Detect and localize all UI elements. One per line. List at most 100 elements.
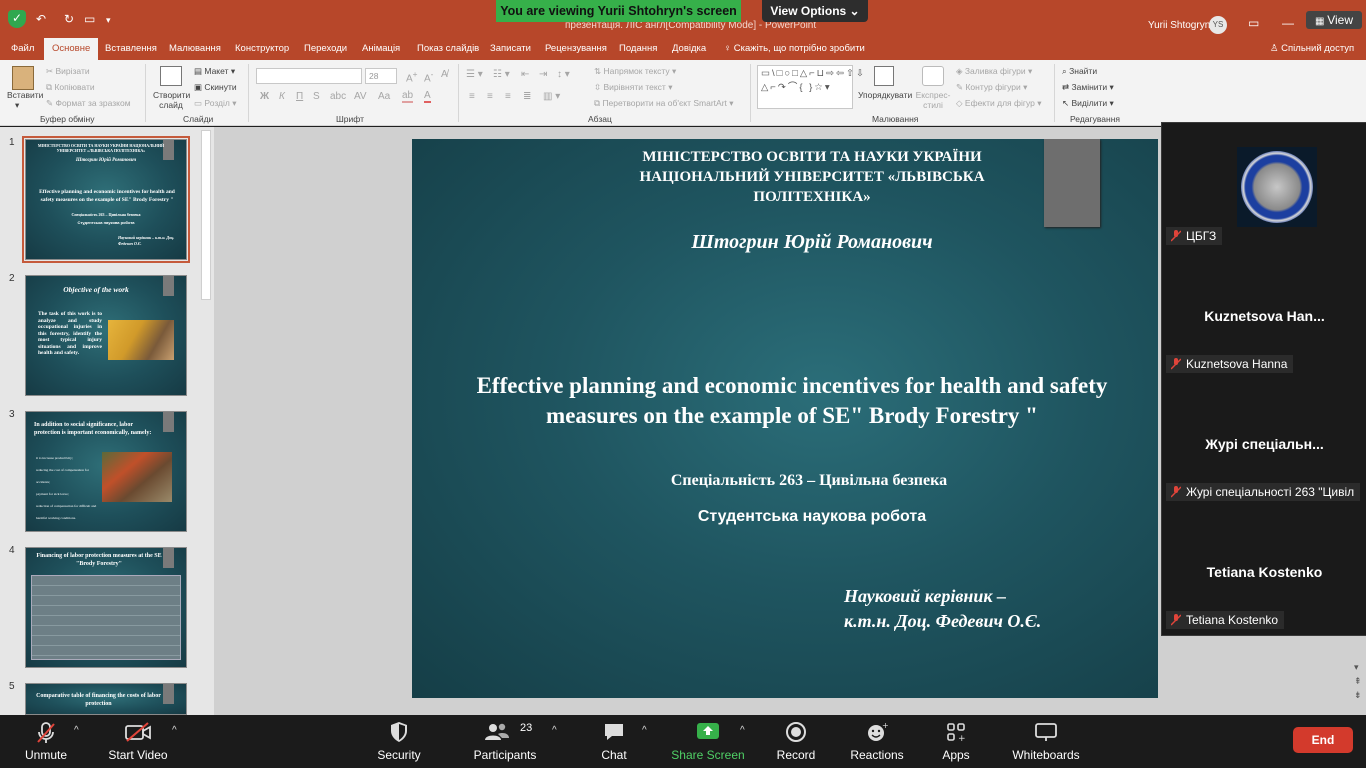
- cut-button[interactable]: ✂ Вирізати: [46, 66, 90, 77]
- line-spacing-icon[interactable]: ↕ ▾: [557, 69, 570, 80]
- font-size-input[interactable]: 28: [365, 68, 397, 84]
- highlight-icon[interactable]: ab: [402, 90, 414, 103]
- reset-button[interactable]: ▣ Скинути: [194, 82, 237, 93]
- align-left-icon[interactable]: ≡: [469, 91, 475, 102]
- section-button[interactable]: ▭ Розділ ▾: [194, 98, 237, 109]
- tab-slideshow[interactable]: Показ слайдів: [417, 43, 479, 54]
- paste-icon[interactable]: [12, 66, 34, 90]
- view-options-button[interactable]: View Options ⌄: [762, 0, 868, 22]
- align-right-icon[interactable]: ≡: [505, 91, 511, 102]
- apps-button[interactable]: + Apps: [934, 715, 978, 768]
- tab-draw[interactable]: Малювання: [169, 43, 221, 54]
- tab-design[interactable]: Конструктор: [235, 43, 289, 54]
- ribbon-display-icon[interactable]: ▭: [1248, 16, 1259, 30]
- previous-slide-icon[interactable]: ⇞: [1354, 676, 1362, 687]
- tell-me-search[interactable]: ♀ Скажіть, що потрібно зробити: [724, 43, 865, 54]
- font-color-icon[interactable]: A: [424, 90, 431, 103]
- avatar[interactable]: YS: [1209, 16, 1227, 34]
- video-options-caret-icon[interactable]: ^: [172, 725, 177, 736]
- find-button[interactable]: ⌕ Знайти: [1062, 66, 1097, 77]
- chat-options-caret-icon[interactable]: ^: [642, 725, 647, 736]
- start-video-button[interactable]: Start Video: [104, 715, 172, 768]
- next-slide-icon[interactable]: ⇟: [1354, 690, 1362, 701]
- end-meeting-button[interactable]: End: [1293, 727, 1353, 753]
- clear-formatting-icon[interactable]: A̸: [441, 69, 448, 80]
- layout-button[interactable]: ▤ Макет ▾: [194, 66, 235, 77]
- justify-icon[interactable]: ≣: [523, 91, 531, 102]
- tab-insert[interactable]: Вставлення: [105, 43, 157, 54]
- chat-button[interactable]: Chat: [590, 715, 638, 768]
- participants-options-caret-icon[interactable]: ^: [552, 725, 557, 736]
- tab-view[interactable]: Подання: [619, 43, 657, 54]
- text-direction-button[interactable]: ⇅ Напрямок тексту ▾: [594, 66, 676, 77]
- view-button[interactable]: ▦ View: [1306, 11, 1362, 29]
- align-text-button[interactable]: ⇳ Вирівняти текст ▾: [594, 82, 672, 93]
- select-button[interactable]: ↖ Виділити ▾: [1062, 98, 1114, 109]
- increase-font-icon[interactable]: A+: [406, 69, 418, 84]
- share-options-caret-icon[interactable]: ^: [740, 725, 745, 736]
- share-document-button[interactable]: ♙ Спільний доступ: [1270, 43, 1354, 54]
- paste-dropdown-icon[interactable]: ▾: [15, 100, 19, 111]
- participants-button[interactable]: 23 Participants: [470, 715, 540, 768]
- align-center-icon[interactable]: ≡: [487, 91, 493, 102]
- tab-review[interactable]: Рецензування: [545, 43, 607, 54]
- numbering-icon[interactable]: ☷ ▾: [493, 69, 510, 80]
- tab-record[interactable]: Записати: [490, 43, 531, 54]
- share-screen-button[interactable]: Share Screen: [668, 715, 748, 768]
- minimize-icon[interactable]: —: [1282, 16, 1294, 30]
- shape-fill-button[interactable]: ◈ Заливка фігури ▾: [956, 66, 1032, 77]
- case-icon[interactable]: Aa: [378, 91, 390, 102]
- quick-styles-icon[interactable]: [922, 66, 944, 86]
- format-painter-button[interactable]: ✎ Формат за зразком: [46, 98, 131, 109]
- shadow-icon[interactable]: S: [313, 91, 320, 102]
- bullets-icon[interactable]: ☰ ▾: [466, 69, 483, 80]
- paste-button[interactable]: Вставити: [7, 90, 43, 100]
- spacing-icon[interactable]: AV: [354, 91, 367, 102]
- decrease-font-icon[interactable]: A-: [424, 69, 433, 84]
- tab-transitions[interactable]: Переходи: [304, 43, 347, 54]
- undo-icon[interactable]: ↶: [36, 12, 46, 26]
- slide-thumbnail-1[interactable]: МІНІСТЕРСТВО ОСВІТИ ТА НАУКИ УКРАЇНИ НАЦ…: [22, 136, 190, 263]
- redo-icon[interactable]: ↻: [64, 12, 74, 26]
- participant-tile[interactable]: Kuznetsova Han... Kuznetsova Hanna: [1162, 251, 1366, 379]
- strikethrough-icon[interactable]: abc: [330, 91, 346, 102]
- unmute-button[interactable]: Unmute: [18, 715, 74, 768]
- tab-help[interactable]: Довідка: [672, 43, 706, 54]
- participant-tile[interactable]: Tetiana Kostenko Tetiana Kostenko: [1162, 507, 1366, 635]
- current-slide[interactable]: МІНІСТЕРСТВО ОСВІТИ ТА НАУКИ УКРАЇНИ НАЦ…: [412, 139, 1158, 698]
- quick-styles-button[interactable]: Експрес-стилі: [913, 90, 953, 110]
- tab-home[interactable]: Основне: [44, 38, 99, 60]
- new-slide-icon[interactable]: [160, 66, 182, 86]
- increase-indent-icon[interactable]: ⇥: [539, 69, 547, 80]
- new-slide-button[interactable]: Створити слайд: [153, 90, 190, 110]
- slide-thumbnail-5[interactable]: Comparative table of financing the costs…: [25, 683, 187, 715]
- quick-access-more-icon[interactable]: ▾: [106, 15, 111, 26]
- underline-icon[interactable]: П: [296, 91, 303, 102]
- security-shield-icon[interactable]: [8, 10, 26, 28]
- participant-tile[interactable]: Журі спеціальн... Журі спеціальності 263…: [1162, 379, 1366, 507]
- scroll-down-icon[interactable]: ▾: [1354, 662, 1359, 673]
- reactions-button[interactable]: + Reactions: [846, 715, 908, 768]
- whiteboards-button[interactable]: Whiteboards: [1008, 715, 1084, 768]
- record-button[interactable]: Record: [770, 715, 822, 768]
- decrease-indent-icon[interactable]: ⇤: [521, 69, 529, 80]
- tab-animations[interactable]: Анімація: [362, 43, 400, 54]
- arrange-icon[interactable]: [874, 66, 894, 86]
- font-family-input[interactable]: [256, 68, 362, 84]
- slide-thumbnail-4[interactable]: Financing of labor protection measures a…: [25, 547, 187, 668]
- shapes-gallery[interactable]: ▭\□○□△⌐⊔⇨⇦⇧⇩ △⌐↷⌒{ }☆▾: [757, 65, 864, 109]
- arrange-button[interactable]: Упорядкувати: [858, 90, 912, 100]
- columns-icon[interactable]: ▥ ▾: [543, 91, 560, 102]
- replace-button[interactable]: ⇄ Замінити ▾: [1062, 82, 1114, 93]
- bold-icon[interactable]: Ж: [260, 91, 269, 102]
- security-button[interactable]: Security: [372, 715, 426, 768]
- italic-icon[interactable]: К: [279, 91, 285, 102]
- shape-outline-button[interactable]: ✎ Контур фігури ▾: [956, 82, 1027, 93]
- shape-effects-button[interactable]: ◇ Ефекти для фігур ▾: [956, 98, 1042, 109]
- participant-tile[interactable]: ЦБГЗ: [1162, 123, 1366, 251]
- slides-scrollbar[interactable]: [201, 130, 211, 300]
- smartart-button[interactable]: ⧉ Перетворити на об'єкт SmartArt ▾: [594, 98, 734, 109]
- slide-thumbnail-3[interactable]: In addition to social significance, labo…: [25, 411, 187, 532]
- audio-options-caret-icon[interactable]: ^: [74, 725, 79, 736]
- copy-button[interactable]: ⧉ Копіювати: [46, 82, 95, 93]
